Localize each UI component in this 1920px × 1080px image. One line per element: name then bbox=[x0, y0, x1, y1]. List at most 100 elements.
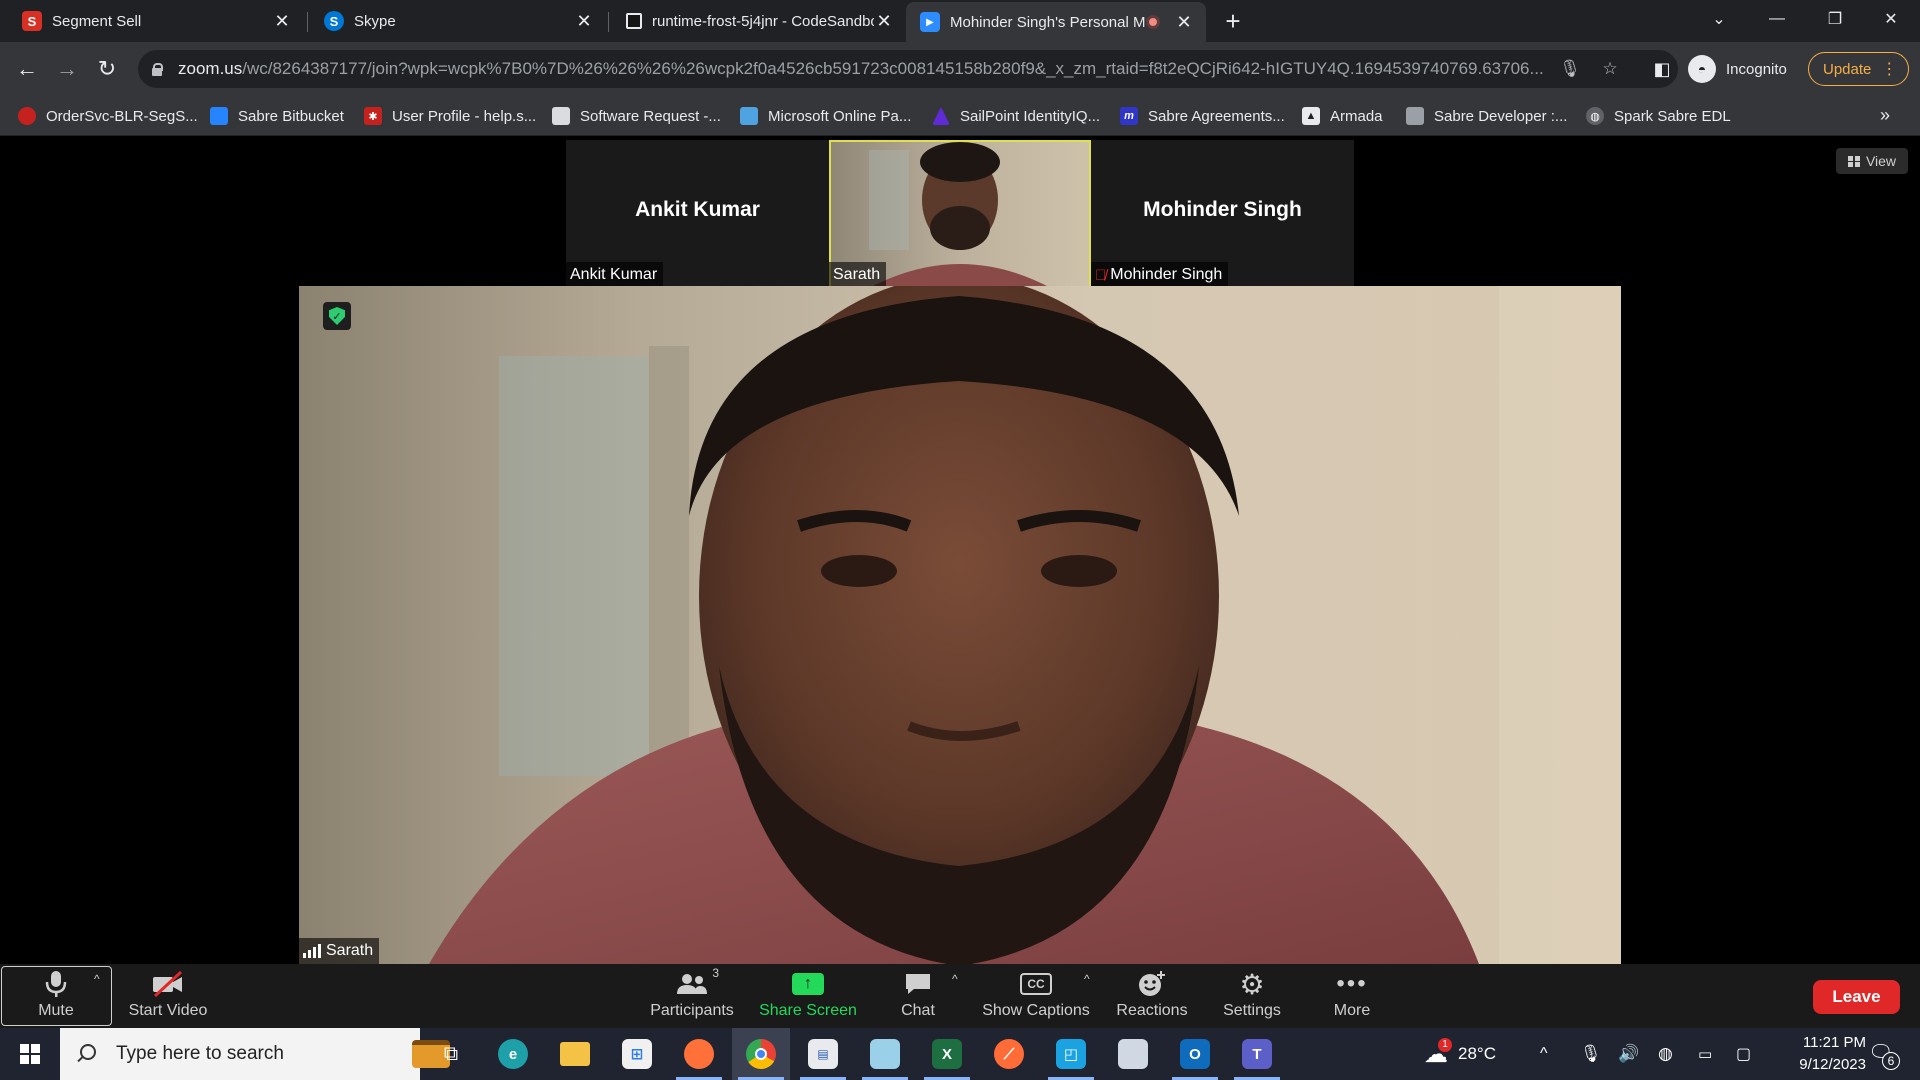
close-icon[interactable]: ✕ bbox=[874, 11, 894, 31]
taskbar-firefox[interactable] bbox=[670, 1028, 728, 1080]
taskbar-window-app[interactable]: ▤ bbox=[794, 1028, 852, 1080]
taskbar-search-box[interactable]: Type here to search bbox=[60, 1028, 450, 1080]
participant-tile-sarath[interactable]: Sarath bbox=[829, 140, 1091, 288]
lock-icon[interactable] bbox=[152, 63, 163, 76]
audio-options-caret-icon[interactable]: ^ bbox=[94, 972, 100, 986]
chat-button[interactable]: Chat bbox=[890, 968, 946, 1026]
taskbar-snipping[interactable] bbox=[1104, 1028, 1162, 1080]
chat-options-caret-icon[interactable]: ^ bbox=[952, 972, 958, 986]
tab-segment-sell[interactable]: S Segment Sell ✕ bbox=[0, 4, 304, 38]
update-button[interactable]: Update ⋮ bbox=[1808, 52, 1909, 86]
participant-tile-ankit[interactable]: Ankit Kumar Ankit Kumar bbox=[566, 140, 829, 288]
mute-button[interactable]: Mute bbox=[20, 968, 92, 1026]
bookmark-label: Armada bbox=[1330, 107, 1383, 125]
taskbar-remote-app[interactable]: ◰ bbox=[1042, 1028, 1100, 1080]
active-speaker-name-tag: Sarath bbox=[299, 938, 380, 964]
taskbar-postman[interactable]: ⟋ bbox=[980, 1028, 1038, 1080]
incognito-icon: ◓ bbox=[1688, 55, 1716, 83]
battery-icon[interactable]: ▭ bbox=[1698, 1028, 1712, 1080]
bookmark-item[interactable]: OrderSvc-BLR-SegS... bbox=[18, 105, 198, 127]
bookmark-item[interactable]: m Sabre Agreements... bbox=[1120, 105, 1285, 127]
windows-logo-icon bbox=[20, 1044, 40, 1064]
bookmark-item[interactable]: ✱ User Profile - help.s... bbox=[364, 105, 536, 127]
grid-view-icon bbox=[1847, 155, 1860, 167]
notification-count: 6 bbox=[1882, 1052, 1900, 1070]
participant-tile-mohinder[interactable]: Mohinder Singh 🎙̸ Mohinder Singh bbox=[1091, 140, 1354, 288]
taskbar-edge[interactable]: e bbox=[484, 1028, 542, 1080]
captions-options-caret-icon[interactable]: ^ bbox=[1084, 972, 1090, 986]
taskbar-teams[interactable]: T bbox=[1228, 1028, 1286, 1080]
network-icon[interactable]: ▢ bbox=[1736, 1028, 1751, 1080]
show-captions-button[interactable]: CC Show Captions bbox=[980, 968, 1092, 1026]
more-button[interactable]: ••• More bbox=[1326, 968, 1378, 1026]
close-icon[interactable]: ✕ bbox=[1174, 12, 1194, 32]
task-view-button[interactable]: ⧉ bbox=[422, 1028, 480, 1080]
weather-widget[interactable]: ☁ 1 28°C bbox=[1424, 1028, 1496, 1080]
microphone-icon[interactable]: 🎙 bbox=[1559, 59, 1581, 79]
tab-search-icon[interactable]: ⌄ bbox=[1690, 0, 1748, 38]
new-tab-button[interactable]: + bbox=[1218, 6, 1248, 36]
bookmark-item[interactable]: ◍ Spark Sabre EDL bbox=[1586, 105, 1731, 127]
reactions-button[interactable]: Reactions bbox=[1112, 968, 1192, 1026]
incognito-indicator[interactable]: ◓ Incognito bbox=[1688, 54, 1787, 84]
view-button[interactable]: View bbox=[1836, 148, 1908, 174]
weather-cloud-icon: ☁ 1 bbox=[1424, 1037, 1452, 1069]
notification-center-button[interactable]: 🗨 6 bbox=[1868, 1040, 1900, 1070]
participant-display-name: Mohinder Singh bbox=[1143, 198, 1302, 221]
bookmark-label: OrderSvc-BLR-SegS... bbox=[46, 107, 198, 125]
browser-tab-strip: S Segment Sell ✕ S Skype ✕ runtime-frost… bbox=[0, 0, 1920, 42]
taskbar-outlook[interactable]: O bbox=[1166, 1028, 1224, 1080]
show-captions-label: Show Captions bbox=[982, 1002, 1090, 1019]
show-hidden-icons[interactable]: ^ bbox=[1540, 1028, 1548, 1080]
active-speaker-video: ✓ Sarath bbox=[299, 286, 1621, 964]
taskbar-file-explorer[interactable] bbox=[546, 1028, 604, 1080]
bookmark-item[interactable]: Sabre Developer :... bbox=[1406, 105, 1567, 127]
participant-name-tag: 🎙̸ Mohinder Singh bbox=[1091, 262, 1229, 288]
bookmark-label: Sabre Bitbucket bbox=[238, 107, 344, 125]
chat-label: Chat bbox=[901, 1002, 935, 1019]
address-bar[interactable]: zoom.us/wc/8264387177/join?wpk=wcpk%7B0%… bbox=[138, 50, 1678, 88]
taskbar-notes-app[interactable] bbox=[856, 1028, 914, 1080]
bookmark-item[interactable]: Microsoft Online Pa... bbox=[740, 105, 911, 127]
forward-icon[interactable]: → bbox=[50, 52, 84, 86]
restore-icon[interactable]: ❐ bbox=[1806, 0, 1864, 38]
back-icon[interactable]: ← bbox=[10, 52, 44, 86]
leave-button[interactable]: Leave bbox=[1813, 980, 1900, 1014]
bookmark-item[interactable]: SailPoint IdentityIQ... bbox=[932, 105, 1100, 127]
close-icon[interactable]: ✕ bbox=[272, 11, 292, 31]
bookmark-item[interactable]: Sabre Bitbucket bbox=[210, 105, 344, 127]
side-panel-icon[interactable]: ◧ bbox=[1645, 52, 1679, 86]
segment-s-icon: S bbox=[22, 11, 42, 31]
taskbar-excel[interactable]: X bbox=[918, 1028, 976, 1080]
tab-skype[interactable]: S Skype ✕ bbox=[304, 4, 606, 38]
start-video-button[interactable]: Start Video bbox=[126, 968, 210, 1026]
volume-icon[interactable]: 🔊 bbox=[1618, 1028, 1639, 1080]
participants-icon: 3 bbox=[675, 966, 719, 1000]
tab-codesandbox[interactable]: runtime-frost-5j4jnr - CodeSandbox ✕ bbox=[606, 4, 906, 38]
encryption-shield-icon[interactable]: ✓ bbox=[323, 302, 351, 330]
tab-zoom-meeting[interactable]: ▶ Mohinder Singh's Personal Meeting Room… bbox=[906, 2, 1206, 42]
minimize-icon[interactable]: — bbox=[1748, 0, 1806, 38]
bookmark-item[interactable]: Software Request -... bbox=[552, 105, 721, 127]
tab-title: Skype bbox=[354, 12, 396, 30]
url-text[interactable]: zoom.us/wc/8264387177/join?wpk=wcpk%7B0%… bbox=[178, 59, 1578, 79]
participant-name-tag: Ankit Kumar bbox=[566, 262, 664, 288]
taskbar-chrome[interactable] bbox=[732, 1028, 790, 1080]
close-icon[interactable]: ✕ bbox=[574, 11, 594, 31]
participants-button[interactable]: 3 Participants bbox=[646, 966, 738, 1026]
folder-icon bbox=[560, 1042, 590, 1066]
settings-button[interactable]: ⚙ Settings bbox=[1218, 968, 1286, 1026]
bookmark-star-icon[interactable]: ☆ bbox=[1600, 59, 1620, 79]
reload-icon[interactable]: ↻ bbox=[90, 52, 124, 86]
microphone-tray-icon[interactable]: 🎙 bbox=[1580, 1028, 1602, 1080]
start-button[interactable] bbox=[0, 1028, 60, 1080]
close-window-icon[interactable]: ✕ bbox=[1862, 0, 1920, 38]
taskbar-clock[interactable]: 11:21 PM 9/12/2023 bbox=[1770, 1032, 1866, 1076]
taskbar-store[interactable]: ⊞ bbox=[608, 1028, 666, 1080]
bookmarks-overflow-icon[interactable]: » bbox=[1880, 105, 1890, 126]
participant-display-name: Ankit Kumar bbox=[635, 198, 760, 221]
vpn-globe-icon[interactable]: ◍ bbox=[1658, 1028, 1673, 1080]
microphone-icon bbox=[45, 968, 67, 1000]
bookmark-item[interactable]: ▲ Armada bbox=[1302, 105, 1383, 127]
share-screen-button[interactable]: ↑ Share Screen bbox=[759, 968, 857, 1026]
